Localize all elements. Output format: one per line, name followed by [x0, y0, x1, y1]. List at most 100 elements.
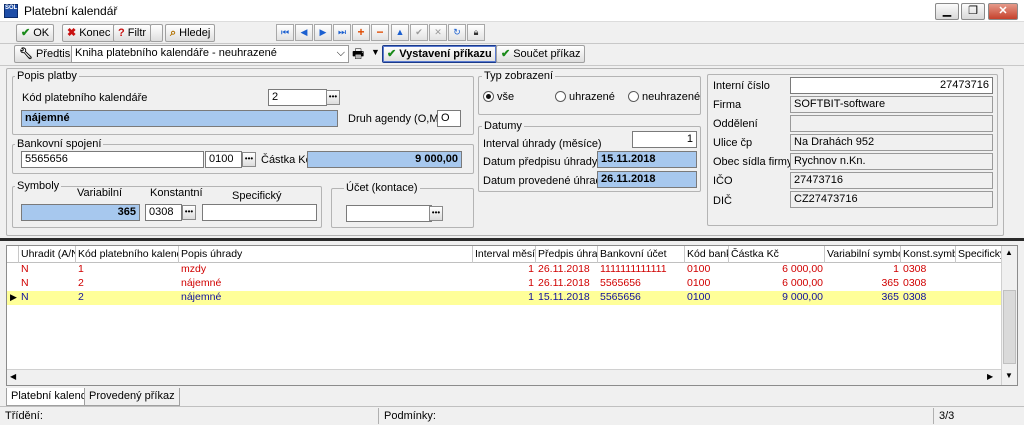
cell-ss — [956, 291, 1002, 305]
horizontal-scrollbar[interactable]: ◀ ▶ — [7, 369, 1001, 385]
cell-ucet: 1111111111111 — [600, 263, 667, 275]
druh-agendy-field[interactable]: O — [437, 110, 461, 127]
interval-field[interactable]: 1 — [632, 131, 697, 148]
castka-field[interactable]: 9 000,00 — [307, 151, 462, 168]
filtr-label: Filtr — [127, 27, 147, 39]
typ-zobrazeni-legend: Typ zobrazení — [482, 70, 556, 82]
oddeleni-label: Oddělení — [713, 118, 758, 130]
datum-predpisu-field[interactable]: 15.11.2018 — [597, 151, 697, 168]
kod-lookup-button[interactable]: ••• — [326, 90, 340, 105]
lock-icon[interactable]: 🔒︎ — [467, 24, 485, 41]
last-record-icon[interactable]: ⏭ — [333, 24, 351, 41]
datum-provedene-field[interactable]: 26.11.2018 — [597, 171, 697, 188]
konstantni-label: Konstantní — [150, 187, 203, 199]
cell-predpis: 15.11.2018 — [538, 291, 590, 303]
status-record-count: 3/3 — [939, 410, 955, 422]
ucet-kontace-lookup-button[interactable]: ••• — [429, 206, 443, 221]
vertical-scrollbar[interactable]: ▲ ▼ — [1001, 246, 1017, 385]
printer-icon[interactable]: 🖶︎ — [352, 45, 364, 67]
header-uhradit[interactable]: Uhradit (A/N) — [19, 246, 76, 263]
kod-platebniho-kalendare-label: Kód platebního kalendáře — [22, 92, 148, 104]
ucet-kontace-field[interactable] — [346, 205, 432, 222]
wrench-icon: 🔧︎ — [19, 48, 33, 60]
maximize-button[interactable]: ❐ — [961, 3, 985, 20]
cell-ss — [956, 277, 1002, 291]
minimize-button[interactable]: ▁ — [935, 3, 959, 20]
delete-icon[interactable]: − — [371, 24, 389, 41]
nazev-kalendare-field[interactable]: nájemné — [21, 110, 338, 127]
radio-vse[interactable] — [483, 91, 494, 102]
table-row[interactable]: N 2 nájemné 1 26.11.2018 5565656 0100 6 … — [7, 277, 1002, 291]
header-vs[interactable]: Variabilní symbol — [825, 246, 901, 263]
scroll-right-icon[interactable]: ▶ — [987, 372, 993, 381]
soucet-prikaz-button[interactable]: ✔ Součet příkaz — [496, 45, 586, 63]
first-record-icon[interactable]: ⏮ — [276, 24, 294, 41]
ulice-label: Ulice čp — [713, 137, 753, 149]
filter-clear-button[interactable] — [150, 24, 163, 42]
interni-cislo-field[interactable]: 27473716 — [790, 77, 993, 94]
ico-field: 27473716 — [790, 172, 993, 189]
konstantni-symbol-field[interactable]: 0308 — [145, 204, 182, 221]
oddeleni-field — [790, 115, 993, 132]
variabilni-symbol-field[interactable]: 365 — [21, 204, 140, 221]
table-row[interactable]: N 1 mzdy 1 26.11.2018 1111111111111 0100… — [7, 263, 1002, 277]
kod-banky-field[interactable]: 0100 — [205, 151, 242, 168]
banka-lookup-button[interactable]: ••• — [242, 152, 256, 167]
next-record-icon[interactable]: ▶ — [314, 24, 332, 41]
refresh-icon[interactable]: ↻ — [448, 24, 466, 41]
scroll-down-icon[interactable]: ▼ — [1005, 371, 1013, 380]
konstantni-lookup-button[interactable]: ••• — [182, 205, 196, 220]
scroll-up-icon[interactable]: ▲ — [1005, 248, 1013, 257]
row-pointer-icon: ▶ — [10, 292, 17, 302]
confirm-icon[interactable]: ✔ — [410, 24, 428, 41]
vystaveni-prikazu-button[interactable]: ✔ Vystavení příkazu — [382, 45, 497, 63]
cell-ss — [956, 263, 1002, 277]
cell-interval: 1 — [528, 291, 534, 303]
radio-neuhrazene[interactable] — [628, 91, 639, 102]
header-ss[interactable]: Specifický — [956, 246, 1002, 263]
dic-label: DIČ — [713, 195, 732, 207]
table-row-selected[interactable]: ▶ N 2 nájemné 1 15.11.2018 5565656 0100 … — [7, 291, 1002, 305]
scroll-left-icon[interactable]: ◀ — [10, 372, 16, 381]
cell-vs: 1 — [893, 263, 899, 275]
header-predpis[interactable]: Předpis úhrada — [536, 246, 598, 263]
cell-vs: 365 — [881, 277, 899, 289]
ok-button[interactable]: ✔ OK — [16, 24, 55, 42]
cancel-icon[interactable]: ✕ — [429, 24, 447, 41]
konec-button[interactable]: ✖ Konec — [62, 24, 116, 42]
interni-cislo-label: Interní číslo — [713, 80, 770, 92]
filtr-button[interactable]: ? Filtr — [113, 24, 152, 42]
header-interval[interactable]: Interval měsíce — [473, 246, 536, 263]
edit-icon[interactable]: ▲ — [391, 24, 409, 41]
print-dropdown-icon[interactable]: ▼ — [371, 47, 380, 57]
header-banka[interactable]: Kód banky — [685, 246, 729, 263]
radio-uhrazene[interactable] — [555, 91, 566, 102]
cross-icon: ✖ — [67, 27, 77, 39]
status-divider — [933, 408, 934, 424]
bankovni-ucet-field[interactable]: 5565656 — [21, 151, 204, 168]
title-bar: SOL Platební kalendář ▁ ❐ ✕ — [0, 0, 1024, 22]
header-kod[interactable]: Kód platebního kalendáře — [76, 246, 179, 263]
report-select[interactable]: Kniha platebního kalendáře - neuhrazené … — [71, 45, 349, 63]
obec-label: Obec sídla firmy — [713, 156, 793, 168]
status-divider — [378, 408, 379, 424]
hledej-button[interactable]: ⌕ Hledej — [165, 24, 216, 42]
header-castka[interactable]: Částka Kč — [729, 246, 825, 263]
vertical-scroll-thumb[interactable] — [1003, 290, 1016, 364]
header-popis[interactable]: Popis úhrady — [179, 246, 473, 263]
specificky-symbol-field[interactable] — [202, 204, 317, 221]
castka-label: Částka Kč — [261, 154, 312, 166]
splitter[interactable] — [0, 238, 1024, 241]
cell-ucet: 5565656 — [600, 277, 641, 289]
specificky-label: Specifický — [232, 190, 282, 202]
ucet-kontace-legend: Účet (kontace) — [344, 182, 420, 194]
header-ucet[interactable]: Bankovní účet — [598, 246, 685, 263]
kod-platebniho-kalendare-field[interactable]: 2 — [268, 89, 327, 106]
tab-provedeny-prikaz[interactable]: Provedený příkaz — [84, 388, 180, 406]
check-icon: ✔ — [387, 48, 397, 60]
add-icon[interactable]: + — [352, 24, 370, 41]
prev-record-icon[interactable]: ◀ — [295, 24, 313, 41]
binoculars-icon: ⌕ — [170, 27, 177, 39]
header-ks[interactable]: Konst.symbol — [901, 246, 956, 263]
close-button[interactable]: ✕ — [988, 3, 1018, 20]
